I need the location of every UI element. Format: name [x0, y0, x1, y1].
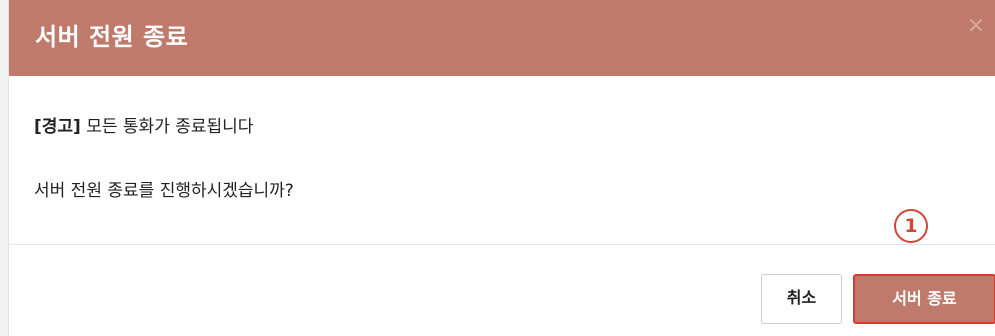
shutdown-dialog: 서버 전원 종료 × [경고] 모든 통화가 종료됩니다 서버 전원 종료를 진…	[8, 0, 995, 336]
dialog-title: 서버 전원 종료	[35, 23, 189, 51]
footer-divider	[9, 244, 995, 245]
warning-tag: [경고]	[34, 117, 81, 137]
warning-text: 모든 통화가 종료됩니다	[80, 117, 254, 137]
cancel-button[interactable]: 취소	[761, 274, 842, 324]
close-icon[interactable]: ×	[964, 14, 988, 38]
step-marker-badge: 1	[894, 209, 928, 243]
shutdown-button[interactable]: 서버 종료	[853, 274, 995, 324]
confirm-question: 서버 전원 종료를 진행하시겠습니까?	[34, 181, 294, 201]
dialog-body: [경고] 모든 통화가 종료됩니다 서버 전원 종료를 진행하시겠습니까?	[9, 76, 995, 244]
dialog-header: 서버 전원 종료 ×	[9, 0, 995, 76]
warning-message: [경고] 모든 통화가 종료됩니다	[34, 112, 253, 137]
